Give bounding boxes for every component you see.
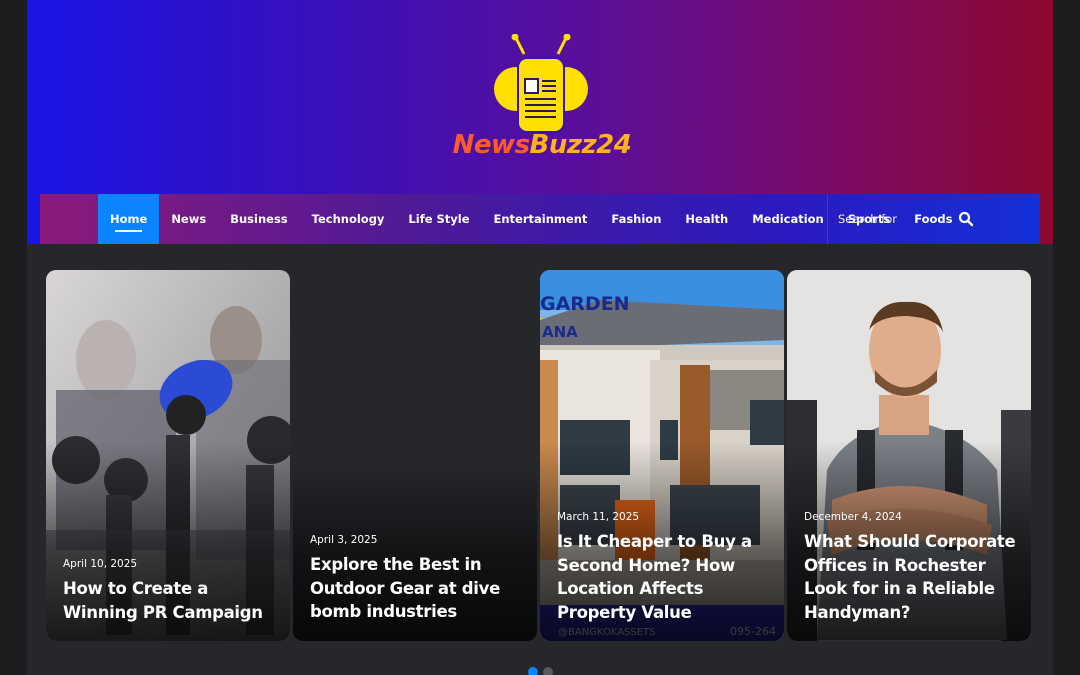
nav-item-life-style[interactable]: Life Style — [396, 194, 481, 244]
logo-wordmark: NewsBuzz24 — [452, 130, 632, 160]
slider-pagination — [528, 667, 553, 675]
card-date: December 4, 2024 — [804, 511, 902, 523]
page-wrapper: NewsBuzz24 Home News Business Technology Lif… — [27, 0, 1053, 675]
slider-dot[interactable] — [543, 667, 553, 675]
nav-item-medication[interactable]: Medication — [740, 194, 836, 244]
image-sign-badge: ANA — [542, 323, 578, 341]
nav-item-entertainment[interactable]: Entertainment — [482, 194, 600, 244]
nav-item-technology[interactable]: Technology — [300, 194, 397, 244]
search-icon[interactable] — [958, 211, 974, 227]
card-title[interactable]: Is It Cheaper to Buy a Second Home? How … — [557, 530, 772, 624]
bee-logo-icon — [494, 33, 588, 133]
card-title[interactable]: What Should Corporate Offices in Rochest… — [804, 530, 1019, 624]
main-navigation: Home News Business Technology Life Style Ente… — [40, 194, 1040, 244]
nav-item-fashion[interactable]: Fashion — [599, 194, 673, 244]
card-date: March 11, 2025 — [557, 511, 640, 523]
image-sign-text: GARDEN — [540, 293, 630, 315]
slider-card[interactable]: April 3, 2025 Explore the Best in Outdoo… — [293, 270, 537, 641]
slider-card[interactable]: December 4, 2024 What Should Corporate O… — [787, 270, 1031, 641]
site-header: NewsBuzz24 Home News Business Technology Lif… — [27, 0, 1053, 244]
card-date: April 3, 2025 — [310, 534, 378, 546]
slider-card[interactable]: April 10, 2025 How to Create a Winning P… — [46, 270, 290, 641]
card-title[interactable]: Explore the Best in Outdoor Gear at dive… — [310, 553, 525, 624]
logo-text-news: News — [452, 130, 530, 160]
featured-slider: April 10, 2025 How to Create a Winning P… — [46, 270, 1034, 642]
card-date: April 10, 2025 — [63, 558, 138, 570]
nav-item-home[interactable]: Home — [98, 194, 160, 244]
search-box — [827, 194, 1040, 244]
site-logo[interactable]: NewsBuzz24 — [452, 33, 632, 164]
nav-item-health[interactable]: Health — [673, 194, 740, 244]
nav-item-news[interactable]: News — [159, 194, 218, 244]
slider-dot[interactable] — [528, 667, 538, 675]
card-title[interactable]: How to Create a Winning PR Campaign — [63, 577, 278, 624]
slider-card[interactable]: GARDEN ANA @BANGKOKASSETS 095-264 March … — [540, 270, 784, 641]
nav-item-business[interactable]: Business — [218, 194, 299, 244]
logo-text-buzz: Buzz24 — [529, 130, 632, 160]
